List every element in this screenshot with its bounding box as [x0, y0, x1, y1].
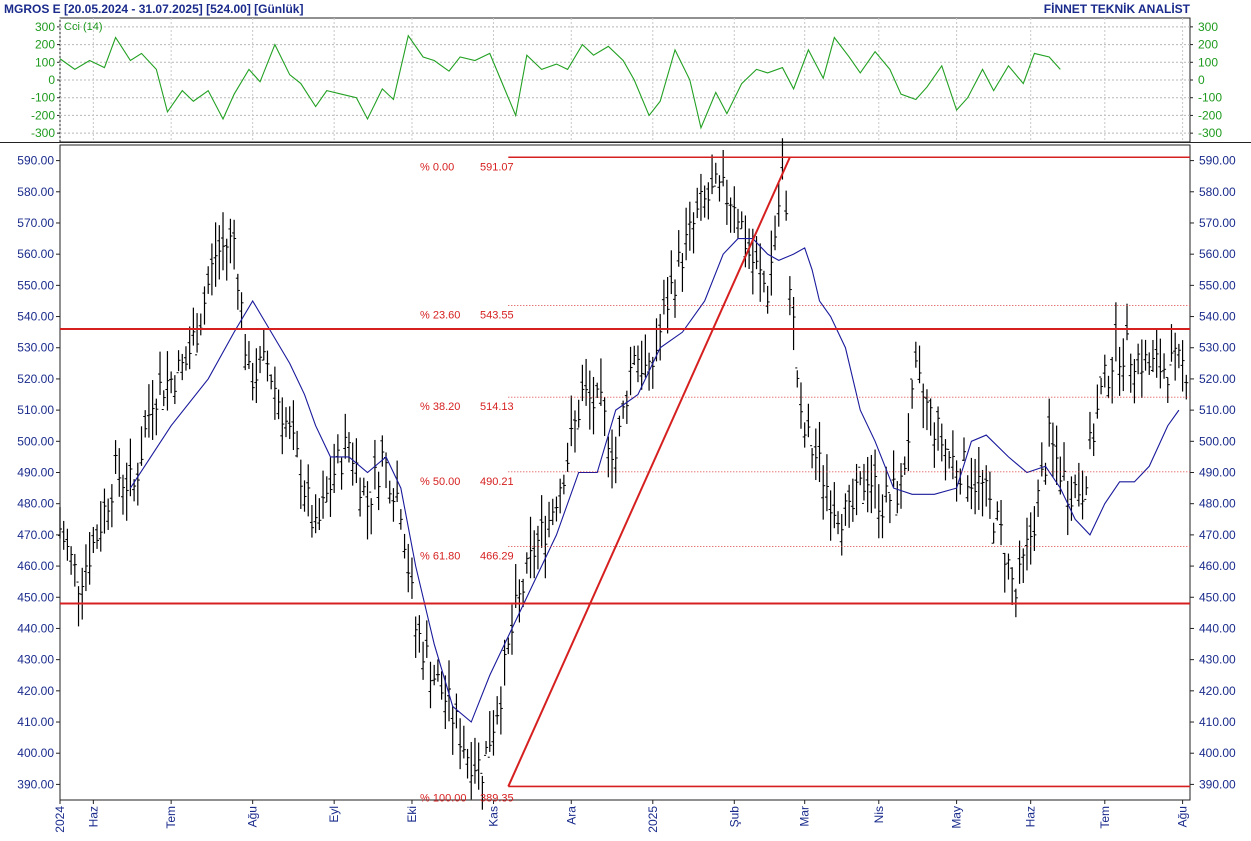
cci-tick-label-right: 100 — [1198, 55, 1218, 69]
cci-tick-label-left: -200 — [31, 108, 55, 122]
cci-tick-label-right: -300 — [1198, 126, 1222, 140]
price-tick-label-right: 490.00 — [1199, 466, 1236, 480]
x-tick-label: Tem — [1098, 806, 1112, 829]
fib-level-label: % 38.20 — [420, 401, 460, 413]
price-tick-label-left: 590.00 — [17, 154, 54, 168]
price-tick-label-left: 390.00 — [17, 777, 54, 791]
x-tick-label: Haz — [86, 806, 100, 827]
price-tick-label-right: 430.00 — [1199, 653, 1236, 667]
x-tick-label: Tem — [164, 806, 178, 829]
price-tick-label-right: 460.00 — [1199, 559, 1236, 573]
price-tick-label-left: 550.00 — [17, 278, 54, 292]
x-tick-label: Mar — [798, 806, 812, 827]
price-tick-label-left: 470.00 — [17, 528, 54, 542]
x-tick-label: 2024 — [53, 806, 67, 833]
price-panel-frame — [59, 144, 1191, 801]
chart-window: MGROS E [20.05.2024 - 31.07.2025] [524.0… — [0, 0, 1251, 841]
fib-level-value: 514.13 — [480, 401, 514, 413]
x-tick-label: Ağu — [246, 806, 260, 827]
price-tick-label-right: 510.00 — [1199, 403, 1236, 417]
fib-level-value: 591.07 — [480, 161, 514, 173]
price-tick-label-right: 560.00 — [1199, 247, 1236, 261]
price-tick-label-right: 580.00 — [1199, 185, 1236, 199]
price-tick-label-right: 400.00 — [1199, 746, 1236, 760]
price-tick-label-left: 520.00 — [17, 372, 54, 386]
moving-average-line — [129, 238, 1180, 723]
x-tick-label: Ara — [564, 806, 578, 825]
x-tick-label: Şub — [727, 806, 741, 828]
cci-tick-label-right: -200 — [1198, 108, 1222, 122]
x-tick-label: Ağu — [1176, 806, 1190, 827]
fib-level-value: 389.35 — [480, 792, 514, 804]
price-tick-label-left: 460.00 — [17, 559, 54, 573]
cci-tick-label-left: 100 — [35, 55, 55, 69]
price-tick-label-left: 500.00 — [17, 434, 54, 448]
fib-level-label: % 50.00 — [420, 476, 460, 488]
fib-level-label: % 61.80 — [420, 550, 460, 562]
price-tick-label-left: 430.00 — [17, 653, 54, 667]
x-tick-label: 2025 — [646, 806, 660, 833]
cci-line — [59, 34, 1061, 130]
price-tick-label-right: 530.00 — [1199, 341, 1236, 355]
price-tick-label-left: 400.00 — [17, 746, 54, 760]
price-tick-label-left: 480.00 — [17, 497, 54, 511]
cci-title: Cci (14) — [64, 21, 103, 33]
price-tick-label-left: 560.00 — [17, 247, 54, 261]
price-tick-label-right: 540.00 — [1199, 310, 1236, 324]
cci-tick-label-right: 200 — [1198, 38, 1218, 52]
fib-level-label: % 23.60 — [420, 309, 460, 321]
cci-tick-label-left: 0 — [48, 73, 55, 87]
price-tick-label-left: 440.00 — [17, 621, 54, 635]
ohlc-bars — [58, 138, 1189, 810]
cci-tick-label-left: 300 — [35, 20, 55, 34]
price-tick-label-left: 570.00 — [17, 216, 54, 230]
x-tick-label: Nis — [872, 806, 886, 823]
price-tick-label-right: 440.00 — [1199, 621, 1236, 635]
cci-tick-label-right: -100 — [1198, 91, 1222, 105]
x-tick-label: Eki — [405, 806, 419, 823]
price-tick-label-right: 520.00 — [1199, 372, 1236, 386]
cci-tick-label-left: -100 — [31, 91, 55, 105]
price-tick-label-right: 590.00 — [1199, 154, 1236, 168]
cci-tick-label-left: 200 — [35, 38, 55, 52]
fib-level-value: 543.55 — [480, 309, 514, 321]
cci-grid — [57, 18, 1193, 142]
price-tick-label-right: 500.00 — [1199, 434, 1236, 448]
cci-tick-label-left: -300 — [31, 126, 55, 140]
chart-canvas: 300 300 200 200 100 100 0 0 -100 -100 -200 -200 -300… — [0, 17, 1251, 833]
price-tick-label-right: 420.00 — [1199, 684, 1236, 698]
x-tick-label: Kas — [486, 806, 500, 827]
fib-level-value: 490.21 — [480, 476, 514, 488]
price-tick-label-right: 550.00 — [1199, 278, 1236, 292]
fib-level-label: % 100.00 — [420, 792, 466, 804]
price-tick-label-right: 450.00 — [1199, 590, 1236, 604]
price-tick-label-left: 420.00 — [17, 684, 54, 698]
cci-tick-label-right: 300 — [1198, 20, 1218, 34]
price-tick-label-left: 490.00 — [17, 466, 54, 480]
fib-level-label: % 0.00 — [420, 161, 454, 173]
price-tick-label-right: 570.00 — [1199, 216, 1236, 230]
price-tick-label-left: 530.00 — [17, 341, 54, 355]
price-tick-label-left: 540.00 — [17, 310, 54, 324]
price-tick-label-left: 410.00 — [17, 715, 54, 729]
price-tick-label-left: 580.00 — [17, 185, 54, 199]
price-tick-label-right: 410.00 — [1199, 715, 1236, 729]
price-tick-label-left: 450.00 — [17, 590, 54, 604]
x-tick-label: Haz — [1024, 806, 1038, 827]
x-tick-label: Eyl — [327, 806, 341, 823]
price-tick-label-right: 390.00 — [1199, 777, 1236, 791]
cci-tick-label-right: 0 — [1198, 73, 1205, 87]
price-tick-label-right: 470.00 — [1199, 528, 1236, 542]
price-tick-label-left: 510.00 — [17, 403, 54, 417]
fib-level-value: 466.29 — [480, 550, 514, 562]
price-tick-label-right: 480.00 — [1199, 497, 1236, 511]
x-tick-label: May — [950, 806, 964, 829]
